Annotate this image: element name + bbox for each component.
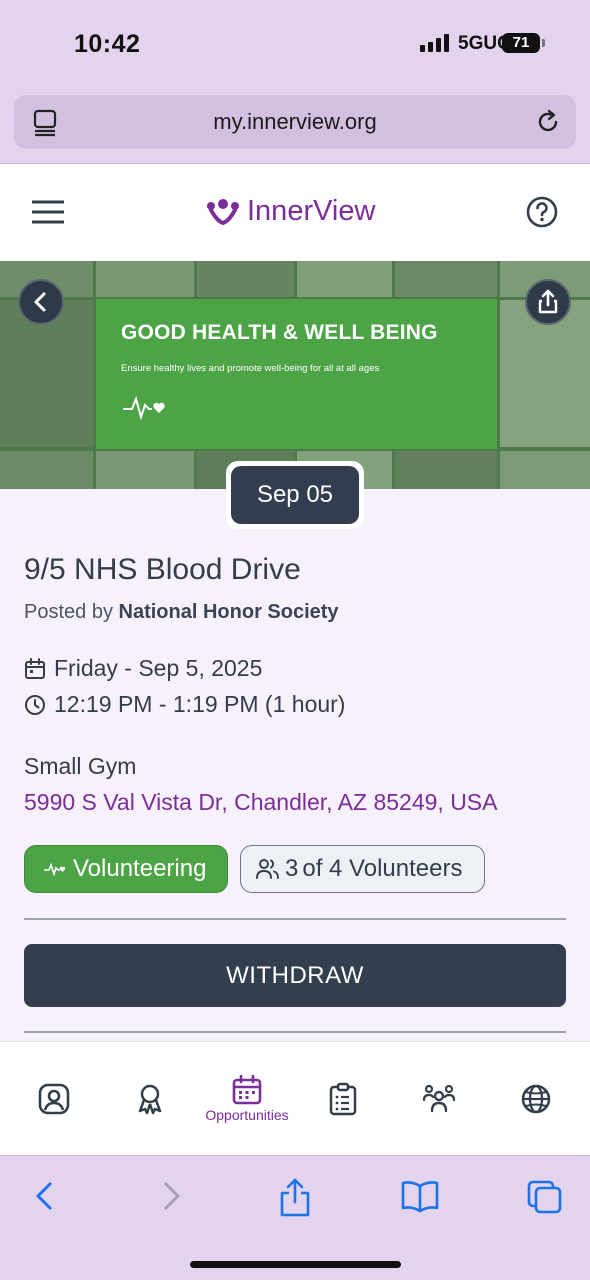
globe-icon bbox=[521, 1084, 551, 1114]
browser-address-area: my.innerview.org bbox=[0, 86, 590, 164]
date-chip: Sep 05 bbox=[226, 461, 364, 529]
group-icon bbox=[422, 1084, 456, 1113]
address-bar[interactable]: my.innerview.org bbox=[14, 95, 576, 149]
posted-by-prefix: Posted by bbox=[24, 601, 113, 623]
sdg-goal-panel: GOOD HEALTH & WELL BEING Ensure healthy … bbox=[96, 299, 497, 449]
divider bbox=[24, 1031, 566, 1033]
share-icon bbox=[538, 289, 558, 314]
heartbeat-icon bbox=[123, 395, 165, 421]
clipboard-icon bbox=[329, 1082, 357, 1116]
event-address-link[interactable]: 5990 S Val Vista Dr, Chandler, AZ 85249,… bbox=[24, 789, 498, 816]
users-icon bbox=[256, 859, 279, 879]
clock-icon bbox=[25, 694, 45, 715]
help-icon[interactable] bbox=[526, 196, 558, 228]
nav-opportunities[interactable]: Opportunities bbox=[192, 1042, 302, 1156]
bottom-navigation: Opportunities bbox=[0, 1041, 590, 1155]
withdraw-button[interactable]: WITHDRAW bbox=[24, 944, 566, 1007]
event-venue: Small Gym bbox=[24, 753, 137, 779]
signal-icon bbox=[420, 34, 449, 52]
innerview-logo-icon bbox=[207, 198, 239, 225]
battery-level: 71 bbox=[512, 34, 530, 51]
event-title: 9/5 NHS Blood Drive bbox=[24, 553, 301, 586]
status-time: 10:42 bbox=[74, 30, 141, 58]
organization-name[interactable]: National Honor Society bbox=[119, 601, 339, 623]
divider bbox=[24, 918, 566, 920]
volunteers-count-tag: 3 of 4 Volunteers bbox=[240, 845, 485, 893]
app-header: InnerView bbox=[0, 165, 590, 261]
tabs-icon[interactable] bbox=[526, 1176, 564, 1216]
event-banner-image: GOOD HEALTH & WELL BEING Ensure healthy … bbox=[0, 261, 590, 489]
date-chip-label: Sep 05 bbox=[231, 466, 359, 524]
event-time-row: 12:19 PM - 1:19 PM (1 hour) bbox=[24, 691, 345, 718]
app-logo[interactable]: InnerView bbox=[205, 195, 375, 228]
nav-groups[interactable] bbox=[408, 1042, 470, 1156]
reload-icon[interactable] bbox=[534, 108, 562, 136]
event-date: Friday - Sep 5, 2025 bbox=[54, 655, 263, 681]
browser-back-icon[interactable] bbox=[30, 1176, 58, 1216]
battery-icon: 71 bbox=[502, 33, 545, 53]
browser-share-icon[interactable] bbox=[278, 1176, 312, 1218]
heartbeat-icon bbox=[44, 862, 65, 877]
nav-profile[interactable] bbox=[24, 1042, 84, 1156]
category-tag: Volunteering bbox=[24, 845, 228, 893]
logo-text: InnerView bbox=[247, 195, 376, 227]
home-indicator bbox=[190, 1261, 401, 1268]
nav-global[interactable] bbox=[505, 1042, 567, 1156]
event-date-row: Friday - Sep 5, 2025 bbox=[24, 655, 262, 682]
award-icon bbox=[138, 1084, 162, 1115]
calendar-icon bbox=[25, 657, 45, 679]
hamburger-menu-icon[interactable] bbox=[32, 199, 64, 225]
bookmarks-icon[interactable] bbox=[400, 1176, 440, 1216]
nav-tasks[interactable] bbox=[313, 1042, 373, 1156]
volunteers-total: of 4 Volunteers bbox=[302, 855, 463, 882]
back-button[interactable] bbox=[18, 279, 64, 325]
profile-icon bbox=[38, 1083, 70, 1115]
nav-achievements[interactable] bbox=[120, 1042, 180, 1156]
browser-forward-icon[interactable] bbox=[158, 1176, 186, 1216]
url-text[interactable]: my.innerview.org bbox=[14, 109, 576, 135]
banner-subtitle: Ensure healthy lives and promote well-be… bbox=[121, 363, 380, 374]
posted-by: Posted by National Honor Society bbox=[24, 601, 339, 624]
event-time: 12:19 PM - 1:19 PM (1 hour) bbox=[54, 691, 346, 717]
event-details: 9/5 NHS Blood Drive Posted by National H… bbox=[0, 489, 590, 1041]
nav-opportunities-label: Opportunities bbox=[205, 1107, 289, 1123]
banner-title: GOOD HEALTH & WELL BEING bbox=[121, 321, 438, 344]
calendar-icon bbox=[232, 1075, 262, 1105]
share-button[interactable] bbox=[525, 279, 571, 325]
volunteers-filled: 3 bbox=[285, 855, 299, 882]
status-bar: 10:42 5GUC 71 bbox=[0, 0, 590, 86]
chevron-left-icon bbox=[34, 292, 46, 312]
category-tag-label: Volunteering bbox=[73, 855, 207, 882]
